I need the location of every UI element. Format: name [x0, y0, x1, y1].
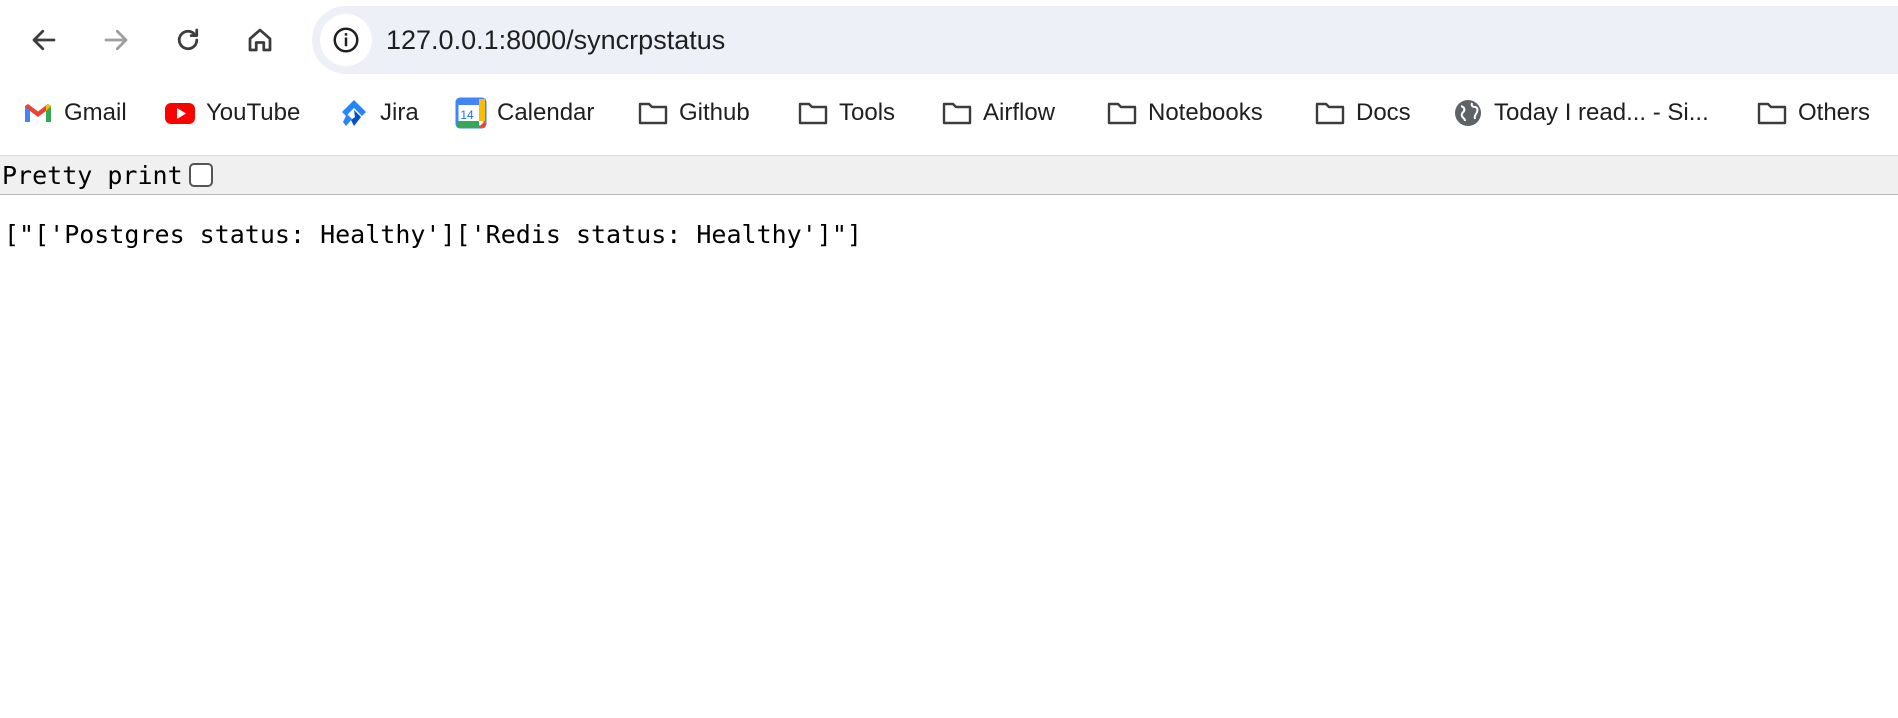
youtube-icon: [165, 103, 195, 124]
bookmark-label: Calendar: [497, 99, 595, 126]
bookmark-label: Docs: [1356, 99, 1411, 126]
home-icon: [248, 28, 272, 52]
bookmark-folder-docs[interactable]: Docs: [1314, 86, 1411, 140]
arrow-left-icon: [32, 29, 56, 51]
reload-button[interactable]: [168, 20, 208, 60]
folder-icon: [942, 102, 972, 125]
bookmark-label: YouTube: [206, 99, 301, 126]
calendar-icon: 14: [455, 97, 487, 129]
jira-icon: [342, 100, 366, 126]
bookmark-label: Gmail: [64, 99, 127, 126]
folder-icon: [798, 102, 828, 125]
bookmark-folder-others[interactable]: Others: [1756, 86, 1870, 140]
bookmark-label: Jira: [380, 99, 419, 126]
bookmarks-bar: Gmail YouTube Jira 14 Calendar Github To…: [0, 86, 1898, 140]
folder-icon: [638, 102, 668, 125]
globe-icon: [1455, 100, 1481, 126]
bookmark-folder-airflow[interactable]: Airflow: [941, 86, 1055, 140]
bookmark-jira[interactable]: Jira: [338, 86, 419, 140]
pretty-print-checkbox[interactable]: [188, 163, 213, 187]
json-response-text: ["['Postgres status: Healthy']['Redis st…: [4, 220, 862, 249]
pretty-print-label: Pretty print: [2, 160, 183, 190]
bookmark-folder-tools[interactable]: Tools: [797, 86, 895, 140]
folder-icon: [1107, 102, 1137, 125]
gmail-icon: [25, 104, 51, 122]
forward-button[interactable]: [96, 20, 136, 60]
bookmark-calendar[interactable]: 14 Calendar: [455, 86, 594, 140]
info-icon: [333, 27, 359, 53]
calendar-icon-day: 14: [460, 108, 474, 122]
bookmark-label: Today I read... - Si...: [1494, 99, 1709, 126]
url-text[interactable]: 127.0.0.1:8000/syncrpstatus: [386, 6, 725, 74]
address-bar[interactable]: 127.0.0.1:8000/syncrpstatus: [312, 6, 1898, 74]
home-button[interactable]: [240, 20, 280, 60]
bookmark-folder-github[interactable]: Github: [637, 86, 750, 140]
site-info-button[interactable]: [320, 14, 372, 66]
bookmark-label: Others: [1798, 99, 1871, 126]
folder-icon: [1315, 102, 1345, 125]
arrow-right-icon: [104, 29, 128, 51]
pretty-print-bar: Pretty print: [0, 155, 1898, 195]
bookmark-gmail[interactable]: Gmail: [22, 86, 127, 140]
bookmark-label: Tools: [839, 99, 896, 126]
reload-icon: [177, 28, 199, 51]
browser-toolbar: 127.0.0.1:8000/syncrpstatus: [0, 0, 1898, 80]
bookmark-label: Airflow: [983, 99, 1056, 126]
bookmark-label: Github: [679, 99, 750, 126]
folder-icon: [1757, 102, 1787, 125]
bookmark-today-i-read[interactable]: Today I read... - Si...: [1452, 86, 1709, 140]
bookmark-youtube[interactable]: YouTube: [164, 86, 300, 140]
bookmark-label: Notebooks: [1148, 99, 1263, 126]
back-button[interactable]: [24, 20, 64, 60]
bookmark-folder-notebooks[interactable]: Notebooks: [1106, 86, 1263, 140]
